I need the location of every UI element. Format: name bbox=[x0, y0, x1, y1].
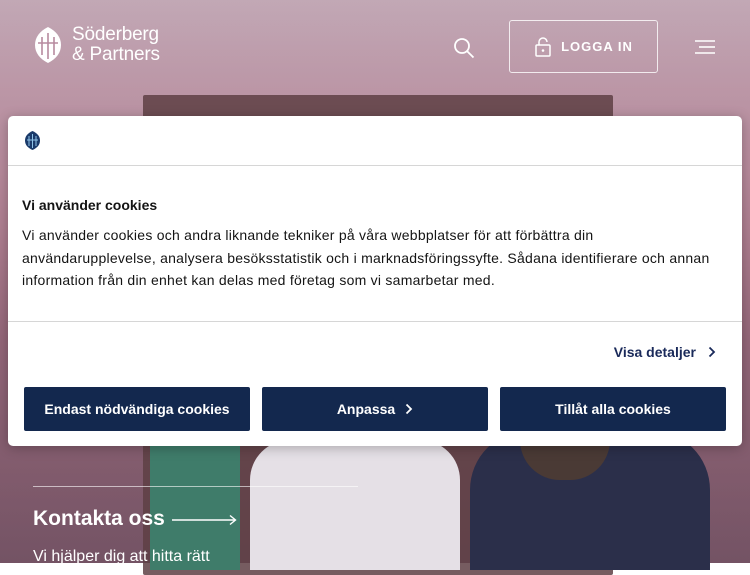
menu-icon[interactable] bbox=[693, 38, 717, 56]
site-header: Söderberg & Partners LOGGA IN bbox=[0, 0, 750, 95]
cookie-dialog-text: Vi använder cookies och andra liknande t… bbox=[22, 227, 710, 288]
chevron-right-icon bbox=[406, 403, 413, 415]
lion-logo-icon bbox=[25, 131, 40, 150]
logo-line2: & Partners bbox=[72, 44, 160, 65]
customize-button[interactable]: Anpassa bbox=[262, 387, 488, 431]
show-details-label: Visa detaljer bbox=[613, 344, 696, 360]
search-icon[interactable] bbox=[453, 37, 475, 59]
login-button[interactable]: LOGGA IN bbox=[509, 20, 658, 73]
cookie-dialog-header bbox=[8, 116, 742, 166]
allow-all-cookies-label: Tillåt alla cookies bbox=[555, 401, 671, 417]
necessary-cookies-button[interactable]: Endast nödvändiga cookies bbox=[24, 387, 250, 431]
lion-logo-icon bbox=[35, 27, 61, 63]
logo-text: Söderberg & Partners bbox=[72, 25, 160, 65]
site-logo[interactable]: Söderberg & Partners bbox=[32, 25, 160, 65]
arrow-right-icon[interactable] bbox=[172, 514, 238, 526]
cookie-dialog-title: Vi använder cookies bbox=[22, 197, 158, 213]
hero-person bbox=[250, 440, 460, 570]
cookie-dialog: Vi använder cookies Vi använder cookies … bbox=[8, 116, 742, 446]
chevron-right-icon bbox=[708, 346, 716, 358]
necessary-cookies-label: Endast nödvändiga cookies bbox=[44, 401, 230, 417]
logo-line1: Söderberg bbox=[72, 24, 159, 45]
contact-divider bbox=[33, 486, 358, 487]
show-details-link[interactable]: Visa detaljer bbox=[614, 344, 716, 360]
cookie-dialog-body: Vi använder cookies Vi använder cookies … bbox=[8, 166, 742, 322]
allow-all-cookies-button[interactable]: Tillåt alla cookies bbox=[500, 387, 726, 431]
contact-title[interactable]: Kontakta oss bbox=[33, 507, 165, 531]
lock-icon bbox=[535, 36, 551, 57]
customize-label: Anpassa bbox=[336, 401, 396, 417]
contact-subtitle: Vi hjälper dig att hitta rätt bbox=[33, 548, 210, 565]
login-label: LOGGA IN bbox=[561, 39, 633, 54]
